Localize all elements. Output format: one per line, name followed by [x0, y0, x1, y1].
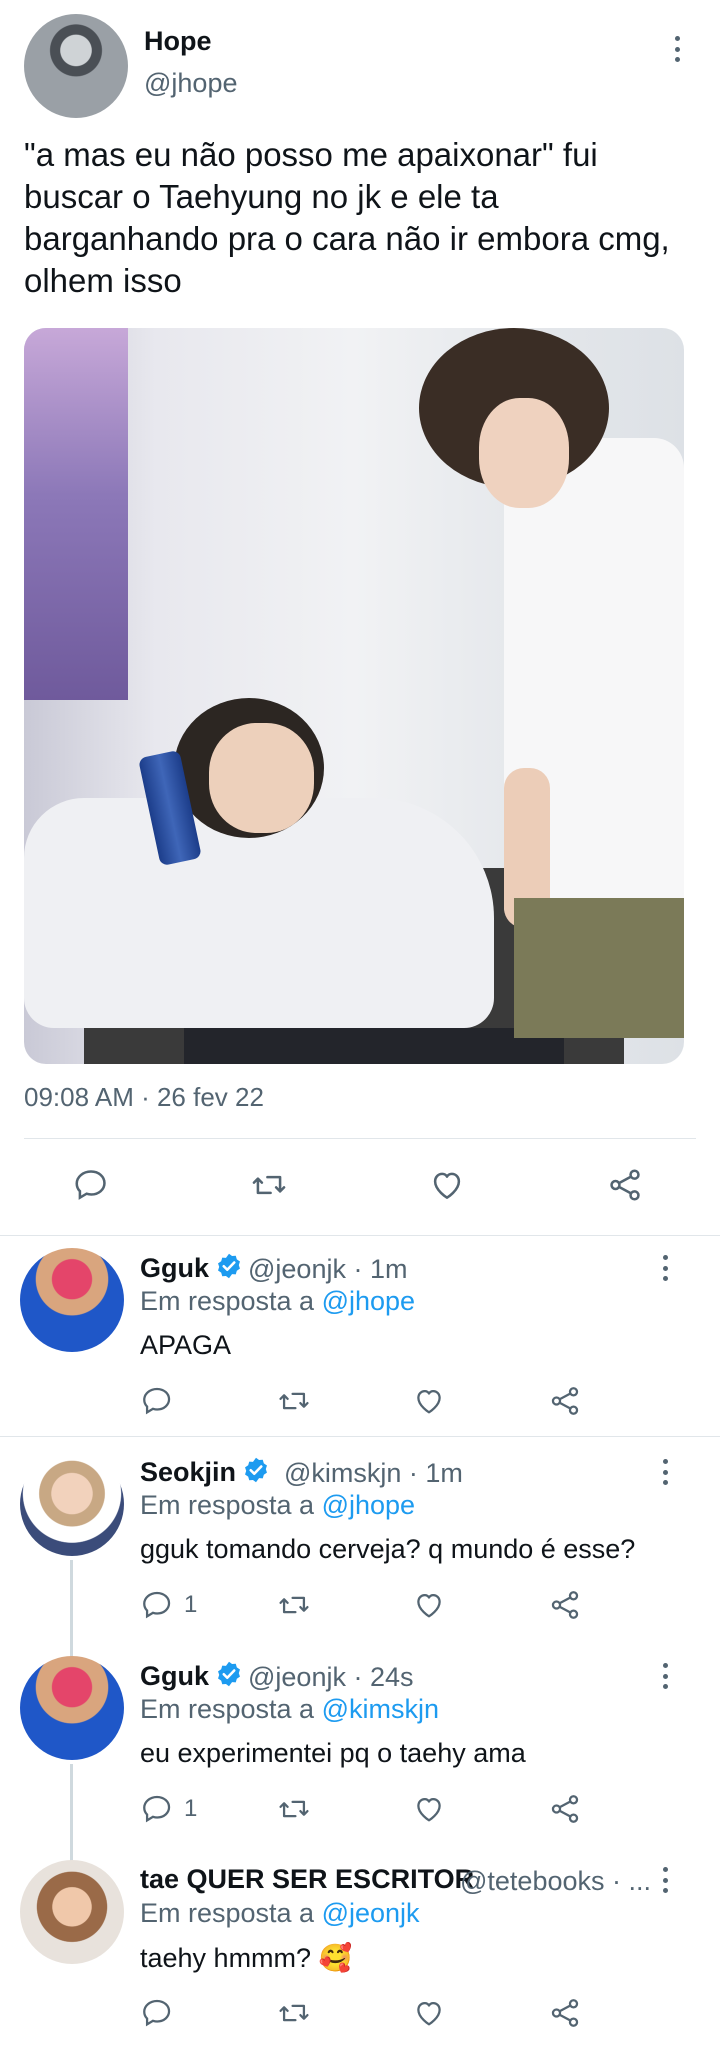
more-options-icon[interactable] — [672, 36, 682, 62]
more-options-icon[interactable] — [660, 1867, 670, 1893]
like-button[interactable] — [428, 1166, 466, 1204]
reply-author-name[interactable]: Gguk — [140, 1252, 243, 1284]
reply-avatar[interactable] — [20, 1452, 124, 1556]
reply-button[interactable] — [140, 1384, 174, 1418]
like-button[interactable] — [412, 1384, 446, 1418]
share-icon — [551, 1591, 579, 1619]
like-icon — [417, 2001, 441, 2026]
replying-to: Em resposta a @jhope — [140, 1490, 416, 1520]
reply-count: 1 — [184, 1795, 198, 1822]
mention-link[interactable]: @jhope — [322, 1286, 415, 1316]
retweet-button[interactable] — [276, 1996, 312, 2030]
share-icon — [551, 1795, 579, 1823]
reply-text: APAGA — [140, 1330, 232, 1360]
reply-handle[interactable]: @jeonjk · 24s — [248, 1662, 413, 1693]
author-name[interactable]: Hope — [144, 26, 212, 57]
photo-painting — [24, 328, 128, 700]
retweet-button[interactable] — [276, 1588, 312, 1622]
reply-author-name[interactable]: tae QUER SER ESCRITOR — [140, 1864, 474, 1895]
verified-icon — [245, 1457, 267, 1483]
mention-link[interactable]: @jeonjk — [322, 1898, 420, 1928]
more-options-icon[interactable] — [660, 1459, 670, 1485]
replying-to: Em resposta a @jhope — [140, 1286, 416, 1316]
reply-handle[interactable]: @tetebooks · ... — [460, 1866, 651, 1897]
verified-icon — [218, 1661, 240, 1687]
share-icon — [610, 1169, 640, 1201]
retweet-button[interactable] — [276, 1384, 312, 1418]
retweet-icon — [279, 1800, 309, 1818]
reply-button[interactable]: 1 — [140, 1792, 197, 1826]
photo-face-standing — [479, 398, 569, 508]
reply-author-name[interactable]: Gguk — [140, 1660, 243, 1692]
replying-to: Em resposta a @kimskjn — [140, 1694, 439, 1724]
photo-face-seated — [209, 723, 314, 833]
mention-link[interactable]: @jhope — [322, 1490, 415, 1520]
like-button[interactable] — [412, 1996, 446, 2030]
reply-icon — [143, 1795, 171, 1823]
reply-count: 1 — [184, 1591, 198, 1618]
reply-avatar[interactable] — [20, 1656, 124, 1760]
share-icon — [551, 1387, 579, 1415]
reply-avatar[interactable] — [20, 1860, 124, 1964]
reply-icon — [143, 1999, 171, 2027]
reply-icon — [75, 1170, 106, 1200]
divider — [24, 1138, 696, 1139]
photo-shorts — [514, 898, 684, 1038]
share-button[interactable] — [548, 1996, 582, 2030]
verified-icon — [218, 1253, 240, 1279]
share-button[interactable] — [548, 1792, 582, 1826]
more-options-icon[interactable] — [660, 1663, 670, 1689]
tweet-text: "a mas eu não posso me apaixonar" fui bu… — [24, 136, 670, 299]
reply-handle[interactable]: @kimskjn · 1m — [284, 1458, 463, 1489]
retweet-icon — [252, 1175, 286, 1195]
reply-text: taehy hmmm? 🥰 — [140, 1943, 353, 1973]
tweet-photo[interactable] — [24, 328, 684, 1064]
share-button[interactable] — [548, 1384, 582, 1418]
reply-handle[interactable]: @jeonjk · 1m — [248, 1254, 407, 1285]
reply-text: eu experimentei pq o taehy ama — [140, 1738, 526, 1768]
divider — [0, 1235, 720, 1236]
reply-text: gguk tomando cerveja? q mundo é esse? — [140, 1534, 636, 1564]
like-button[interactable] — [412, 1792, 446, 1826]
reply-button[interactable] — [140, 1996, 174, 2030]
retweet-icon — [279, 2004, 309, 2022]
reply-icon — [143, 1591, 171, 1619]
reply-avatar[interactable] — [20, 1248, 124, 1352]
thread-line — [70, 1764, 73, 1864]
retweet-icon — [279, 1596, 309, 1614]
like-icon — [417, 1797, 441, 1822]
retweet-button[interactable] — [276, 1792, 312, 1826]
like-button[interactable] — [412, 1588, 446, 1622]
like-icon — [417, 1389, 441, 1414]
reply-author-name[interactable]: Seokjin — [140, 1456, 270, 1488]
like-icon — [417, 1593, 441, 1618]
like-icon — [433, 1172, 461, 1199]
share-button[interactable] — [548, 1588, 582, 1622]
thread-line — [70, 1560, 73, 1660]
more-options-icon[interactable] — [660, 1255, 670, 1281]
author-handle[interactable]: @jhope — [144, 68, 237, 99]
retweet-button[interactable] — [249, 1166, 289, 1204]
retweet-icon — [279, 1392, 309, 1410]
divider — [0, 1436, 720, 1437]
replying-to: Em resposta a @jeonjk — [140, 1898, 420, 1928]
share-icon — [551, 1999, 579, 2027]
photo-pants — [184, 1028, 564, 1064]
reply-button[interactable]: 1 — [140, 1588, 197, 1622]
tweet-timestamp[interactable]: 09:08 AM · 26 fev 22 — [24, 1082, 264, 1113]
share-button[interactable] — [606, 1166, 644, 1204]
mention-link[interactable]: @kimskjn — [322, 1694, 439, 1724]
author-avatar[interactable] — [24, 14, 128, 118]
reply-button[interactable] — [72, 1166, 110, 1204]
reply-icon — [143, 1387, 171, 1415]
